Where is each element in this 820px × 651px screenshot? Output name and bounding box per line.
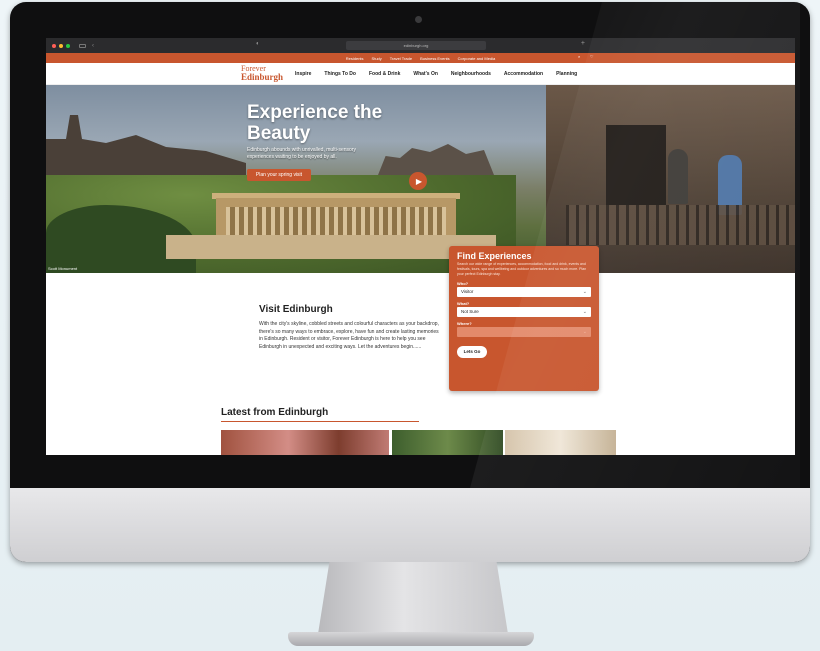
- latest-card-image[interactable]: [392, 430, 503, 455]
- monument-window: [606, 125, 666, 205]
- sidebar-toggle-icon[interactable]: [79, 43, 86, 48]
- utility-nav: Residents Study Travel Trade Business Ev…: [46, 53, 795, 63]
- monitor-stand: [318, 562, 508, 634]
- monitor-frame: ‹ ◐ edinburgh.org + Residents Study Trav…: [10, 2, 810, 562]
- nav-item-inspire[interactable]: Inspire: [295, 71, 311, 77]
- nav-item-neighbourhoods[interactable]: Neighbourhoods: [451, 71, 491, 77]
- hero-subtitle: Edinburgh abounds with unrivalled, multi…: [247, 147, 356, 160]
- chevron-down-icon: ⌄: [582, 309, 587, 315]
- find-title: Find Experiences: [457, 251, 532, 261]
- hero-terrace: [166, 235, 496, 259]
- nav-item-planning[interactable]: Planning: [556, 71, 577, 77]
- monitor-stand-base: [288, 632, 534, 646]
- latest-title: Latest from Edinburgh: [221, 407, 329, 418]
- heart-icon[interactable]: ♡: [590, 54, 594, 59]
- what-label: What?: [457, 301, 470, 306]
- nav-item-whats-on[interactable]: What's On: [413, 71, 438, 77]
- minimize-window-icon[interactable]: [59, 43, 63, 48]
- address-bar[interactable]: edinburgh.org: [346, 41, 486, 50]
- latest-underline: [221, 421, 419, 422]
- plan-visit-button[interactable]: Plan your spring visit: [247, 169, 311, 181]
- maximize-window-icon[interactable]: [66, 43, 70, 48]
- what-select[interactable]: Not Sure ⌄: [457, 307, 591, 317]
- lets-go-button[interactable]: Lets Go: [457, 346, 487, 358]
- browser-screen: ‹ ◐ edinburgh.org + Residents Study Trav…: [46, 38, 795, 455]
- utility-link-travel-trade[interactable]: Travel Trade: [390, 56, 412, 61]
- utility-link-business-events[interactable]: Business Events: [420, 56, 450, 61]
- hero-person: [668, 149, 688, 204]
- visit-title: Visit Edinburgh: [259, 304, 333, 315]
- find-description: Search our wide range of experiences, ac…: [457, 262, 587, 276]
- nav-item-things-to-do[interactable]: Things To Do: [324, 71, 356, 77]
- latest-card-image[interactable]: [505, 430, 616, 455]
- monument-balcony: [566, 205, 795, 245]
- chevron-down-icon: ⌄: [582, 329, 587, 335]
- site-logo[interactable]: Forever Edinburgh: [241, 65, 284, 82]
- hero-caption: Scott Monument: [48, 266, 78, 271]
- gallery-columns: [226, 207, 446, 235]
- utility-link-corporate-media[interactable]: Corporate and Media: [458, 56, 496, 61]
- who-select[interactable]: Visitor ⌄: [457, 287, 591, 297]
- privacy-shield-icon[interactable]: ◐: [256, 41, 260, 47]
- back-arrow-icon[interactable]: ‹: [92, 43, 94, 49]
- hero-title: Experience the Beauty: [247, 102, 383, 144]
- what-value: Not Sure: [461, 309, 479, 314]
- find-experiences-panel: Find Experiences Search our wide range o…: [449, 246, 599, 391]
- hero-castle: [376, 144, 496, 180]
- browser-toolbar: ‹ ◐ edinburgh.org +: [46, 38, 795, 53]
- monitor-chin: [10, 488, 810, 562]
- hero-banner: Experience the Beauty Edinburgh abounds …: [46, 85, 795, 273]
- utility-link-study[interactable]: Study: [372, 56, 382, 61]
- search-icon[interactable]: ⌕: [578, 54, 580, 59]
- close-window-icon[interactable]: [52, 43, 56, 48]
- nav-item-accommodation[interactable]: Accommodation: [504, 71, 543, 77]
- who-value: Visitor: [461, 289, 474, 294]
- main-nav: Forever Edinburgh Inspire Things To Do F…: [46, 63, 795, 85]
- where-select[interactable]: ⌄: [457, 327, 591, 337]
- chevron-down-icon: ⌄: [582, 289, 587, 295]
- visit-body: With the city's skyline, cobbled streets…: [259, 321, 439, 350]
- utility-link-residents[interactable]: Residents: [346, 56, 364, 61]
- camera-icon: [415, 16, 422, 23]
- play-video-button[interactable]: ▶: [409, 172, 427, 190]
- latest-card-image[interactable]: [221, 430, 389, 455]
- where-label: Where?: [457, 321, 472, 326]
- play-icon: ▶: [415, 176, 423, 186]
- who-label: Who?: [457, 281, 469, 286]
- logo-line-2: Edinburgh: [241, 72, 284, 82]
- new-tab-icon[interactable]: +: [581, 40, 585, 47]
- nav-item-food-drink[interactable]: Food & Drink: [369, 71, 400, 77]
